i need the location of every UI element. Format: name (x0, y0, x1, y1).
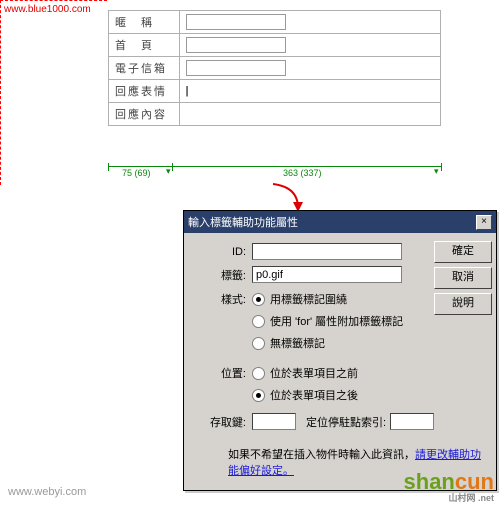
radio-style-none-label: 無標籤標記 (270, 335, 325, 351)
id-input[interactable] (252, 243, 402, 260)
input-homepage[interactable] (186, 37, 286, 53)
radio-style-for-label: 使用 'for' 屬性附加標籤標記 (270, 313, 403, 329)
label-content: 回應內容 (109, 103, 180, 126)
ruler-left-label: 75 (69) (122, 168, 151, 178)
form-fields-table: 暱 稱 首 頁 電子信箱 回應表情| 回應內容 (108, 10, 441, 126)
radio-pos-after[interactable] (252, 389, 265, 402)
ok-button[interactable]: 確定 (434, 241, 492, 263)
radio-pos-before[interactable] (252, 367, 265, 380)
tab-label: 定位停駐點索引: (306, 414, 386, 430)
label-homepage: 首 頁 (109, 34, 180, 57)
ruler-right-label: 363 (337) (283, 168, 322, 178)
cell-emotion: | (179, 80, 440, 103)
radio-style-for[interactable] (252, 315, 265, 328)
input-email[interactable] (186, 60, 286, 76)
tag-input[interactable] (252, 266, 402, 283)
close-icon[interactable]: × (476, 215, 492, 230)
id-label: ID: (192, 246, 246, 258)
cancel-button[interactable]: 取消 (434, 267, 492, 289)
access-label: 存取鍵: (192, 414, 246, 430)
measurement-ruler: 75 (69) ▾ 363 (337) ▾ (108, 166, 441, 182)
label-emotion: 回應表情 (109, 80, 180, 103)
access-input[interactable] (252, 413, 296, 430)
label-email: 電子信箱 (109, 57, 180, 80)
radio-style-wrap[interactable] (252, 293, 265, 306)
tag-label: 標籤: (192, 267, 246, 283)
brand-logo: shancun 山村网 .net (404, 469, 494, 504)
pos-label: 位置: (192, 365, 246, 381)
style-label: 樣式: (192, 291, 246, 307)
radio-style-wrap-label: 用標籤標記圍繞 (270, 291, 347, 307)
label-nickname: 暱 稱 (109, 11, 180, 34)
design-guide-box (0, 0, 107, 185)
dialog-titlebar[interactable]: 輸入標籤輔助功能屬性 × (184, 211, 496, 233)
accessibility-dialog: 輸入標籤輔助功能屬性 × 確定 取消 說明 ID: 標籤: 樣式: 用標籤標記圍… (183, 210, 497, 491)
cell-content (179, 103, 440, 126)
watermark-bottom: www.webyi.com (8, 486, 86, 498)
help-button[interactable]: 說明 (434, 293, 492, 315)
input-nickname[interactable] (186, 14, 286, 30)
radio-pos-after-label: 位於表單項目之後 (270, 387, 358, 403)
radio-pos-before-label: 位於表單項目之前 (270, 365, 358, 381)
dialog-title-text: 輸入標籤輔助功能屬性 (188, 214, 298, 230)
tab-input[interactable] (390, 413, 434, 430)
pointer-arrow-icon (268, 182, 308, 212)
watermark-top: www.blue1000.com (4, 4, 91, 15)
radio-style-none[interactable] (252, 337, 265, 350)
